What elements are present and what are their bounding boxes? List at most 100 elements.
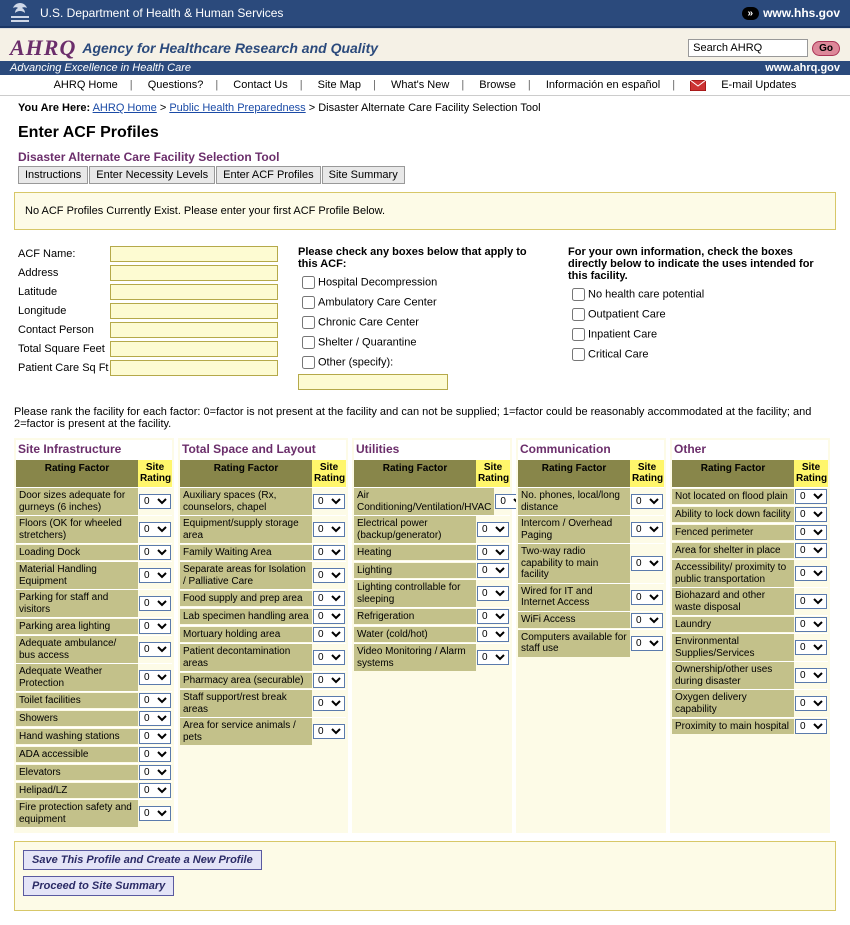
rating-select[interactable]: 012 (795, 719, 827, 734)
tab-summary[interactable]: Site Summary (322, 166, 405, 184)
search-input[interactable] (688, 39, 808, 57)
rating-select[interactable]: 012 (477, 650, 509, 665)
rating-select[interactable]: 012 (477, 545, 509, 560)
rating-select[interactable]: 012 (139, 619, 171, 634)
use-check-item[interactable]: Critical Care (568, 345, 818, 364)
rating-select[interactable]: 012 (795, 668, 827, 683)
acf-check-item[interactable]: Chronic Care Center (298, 313, 548, 332)
nav-item[interactable]: Questions? (142, 79, 210, 91)
rating-select[interactable]: 012 (795, 525, 827, 540)
rating-select[interactable]: 012 (631, 613, 663, 628)
nav-item[interactable]: Site Map (312, 79, 367, 91)
rating-select[interactable]: 012 (313, 568, 345, 583)
breadcrumb-link[interactable]: AHRQ Home (93, 102, 157, 114)
acf-check-item[interactable]: Other (specify): (298, 353, 548, 372)
acf-check-checkbox[interactable] (302, 356, 315, 369)
nav-item[interactable]: Browse (473, 79, 522, 91)
rating-select[interactable]: 012 (313, 545, 345, 560)
factor-name: Video Monitoring / Alarm systems (354, 644, 476, 671)
save-button[interactable]: Save This Profile and Create a New Profi… (23, 850, 262, 870)
rating-select[interactable]: 012 (477, 627, 509, 642)
rating-select[interactable]: 012 (139, 747, 171, 762)
rating-select[interactable]: 012 (313, 650, 345, 665)
section-title: Communication (518, 440, 664, 460)
acf-check-checkbox[interactable] (302, 296, 315, 309)
field-input-6[interactable] (110, 360, 278, 376)
rating-select[interactable]: 012 (477, 609, 509, 624)
rating-select[interactable]: 012 (795, 594, 827, 609)
field-input-2[interactable] (110, 284, 278, 300)
rating-select[interactable]: 012 (477, 522, 509, 537)
field-input-5[interactable] (110, 341, 278, 357)
rating-select[interactable]: 012 (139, 806, 171, 821)
rating-select[interactable]: 012 (631, 556, 663, 571)
rating-select[interactable]: 012 (795, 507, 827, 522)
field-input-4[interactable] (110, 322, 278, 338)
factor-row: Family Waiting Area012 (180, 543, 346, 561)
rating-select[interactable]: 012 (139, 765, 171, 780)
rating-select[interactable]: 012 (313, 494, 345, 509)
breadcrumb-link[interactable]: Public Health Preparedness (169, 102, 305, 114)
rating-select[interactable]: 012 (631, 590, 663, 605)
rating-select[interactable]: 012 (477, 563, 509, 578)
nav-item[interactable]: AHRQ Home (48, 79, 124, 91)
tab-instructions[interactable]: Instructions (18, 166, 88, 184)
factor-row: Not located on flood plain012 (672, 487, 828, 505)
use-check-item[interactable]: No health care potential (568, 285, 818, 304)
field-input-1[interactable] (110, 265, 278, 281)
rating-select[interactable]: 012 (139, 522, 171, 537)
use-check-checkbox[interactable] (572, 348, 585, 361)
tab-necessity[interactable]: Enter Necessity Levels (89, 166, 215, 184)
rating-select[interactable]: 012 (795, 640, 827, 655)
nav-item[interactable]: Información en español (540, 79, 666, 91)
nav-email[interactable]: E-mail Updates (715, 79, 802, 91)
use-check-item[interactable]: Inpatient Care (568, 325, 818, 344)
rating-select[interactable]: 012 (477, 586, 509, 601)
rating-select[interactable]: 012 (795, 543, 827, 558)
rating-select[interactable]: 012 (795, 489, 827, 504)
acf-check-checkbox[interactable] (302, 336, 315, 349)
rating-select[interactable]: 012 (313, 609, 345, 624)
acf-check-item[interactable]: Hospital Decompression (298, 273, 548, 292)
rating-select[interactable]: 012 (139, 783, 171, 798)
field-input-0[interactable] (110, 246, 278, 262)
rating-select[interactable]: 012 (139, 568, 171, 583)
nav-item[interactable]: Contact Us (227, 79, 293, 91)
rating-select[interactable]: 012 (313, 522, 345, 537)
use-check-checkbox[interactable] (572, 288, 585, 301)
rating-select[interactable]: 012 (139, 711, 171, 726)
rating-select[interactable]: 012 (313, 591, 345, 606)
rating-select[interactable]: 012 (631, 636, 663, 651)
rating-select[interactable]: 012 (313, 724, 345, 739)
acf-check-checkbox[interactable] (302, 316, 315, 329)
proceed-button[interactable]: Proceed to Site Summary (23, 876, 174, 896)
rating-select[interactable]: 012 (795, 617, 827, 632)
use-check-item[interactable]: Outpatient Care (568, 305, 818, 324)
rating-select[interactable]: 012 (313, 627, 345, 642)
rating-select[interactable]: 012 (139, 494, 171, 509)
rating-select[interactable]: 012 (139, 545, 171, 560)
factor-name: Intercom / Overhead Paging (518, 516, 630, 543)
use-check-checkbox[interactable] (572, 328, 585, 341)
go-button[interactable]: Go (812, 41, 840, 56)
rating-select[interactable]: 012 (631, 494, 663, 509)
acf-check-item[interactable]: Shelter / Quarantine (298, 333, 548, 352)
hhs-link[interactable]: » www.hhs.gov (742, 6, 850, 20)
tab-profiles[interactable]: Enter ACF Profiles (216, 166, 320, 184)
rating-select[interactable]: 012 (795, 566, 827, 581)
rating-select[interactable]: 012 (139, 642, 171, 657)
rating-select[interactable]: 012 (139, 596, 171, 611)
rating-select[interactable]: 012 (631, 522, 663, 537)
other-specify-input[interactable] (298, 374, 448, 390)
field-input-3[interactable] (110, 303, 278, 319)
nav-item[interactable]: What's New (385, 79, 455, 91)
rating-select[interactable]: 012 (313, 696, 345, 711)
use-check-checkbox[interactable] (572, 308, 585, 321)
rating-select[interactable]: 012 (139, 670, 171, 685)
rating-select[interactable]: 012 (795, 696, 827, 711)
rating-select[interactable]: 012 (313, 673, 345, 688)
rating-select[interactable]: 012 (139, 729, 171, 744)
acf-check-item[interactable]: Ambulatory Care Center (298, 293, 548, 312)
acf-check-checkbox[interactable] (302, 276, 315, 289)
rating-select[interactable]: 012 (139, 693, 171, 708)
